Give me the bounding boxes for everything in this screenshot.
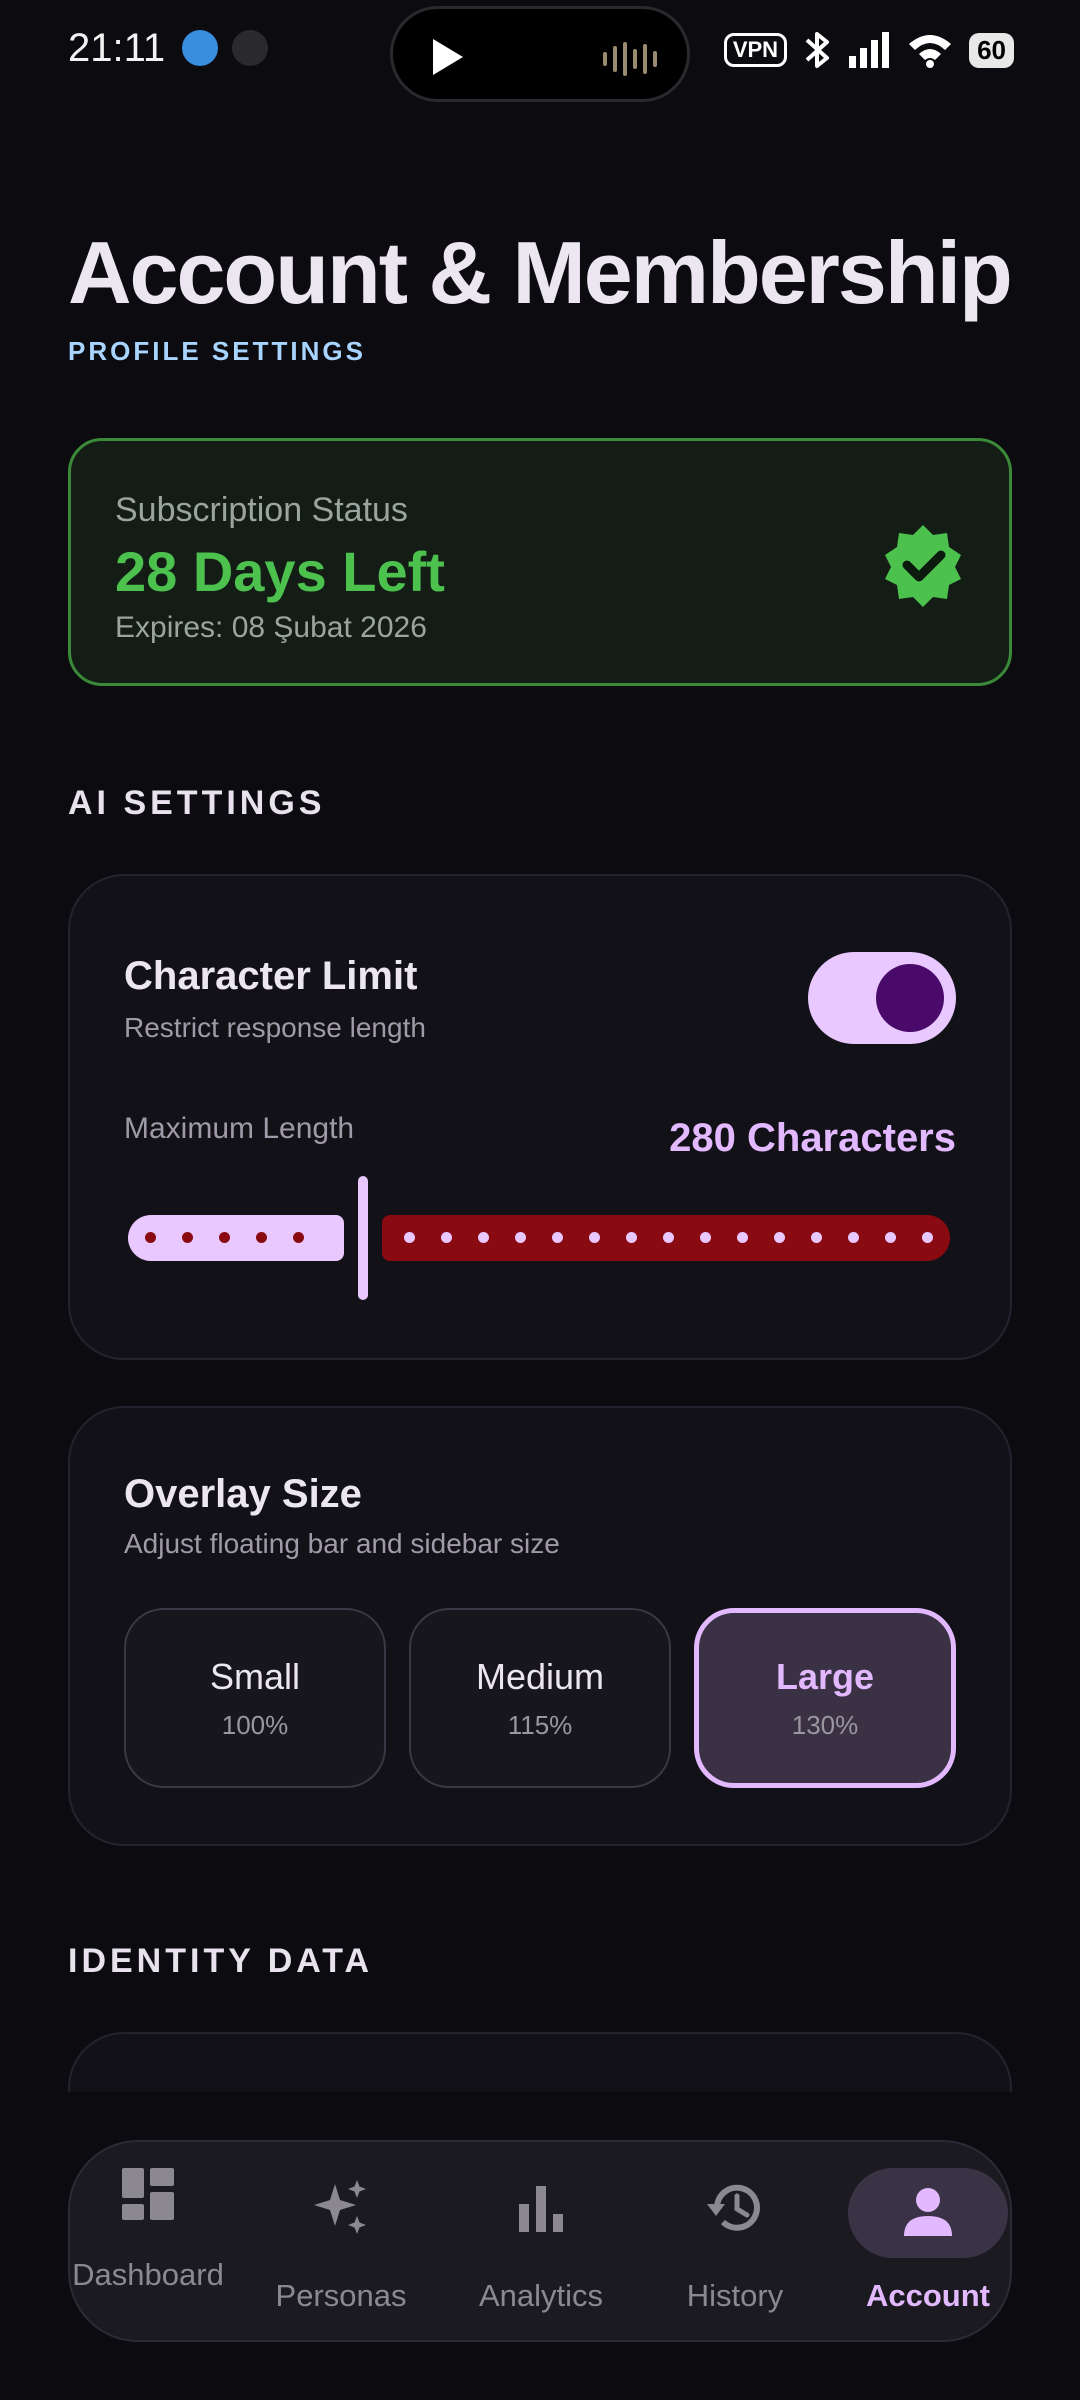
battery-indicator: 60	[969, 32, 1014, 68]
size-option-medium[interactable]: Medium 115%	[409, 1608, 671, 1788]
bottom-navigation: Dashboard Personas Analytics History Acc…	[68, 2140, 1012, 2342]
nav-item-account[interactable]: Account	[848, 2142, 1008, 2344]
overlay-size-description: Adjust floating bar and sidebar size	[124, 1528, 560, 1559]
slider-tick	[478, 1232, 489, 1243]
overlay-size-card: Overlay Size Adjust floating bar and sid…	[68, 1406, 1012, 1846]
slider-tick	[737, 1232, 748, 1243]
slider-tick	[700, 1232, 711, 1243]
screen-recorder-icon	[182, 30, 218, 66]
slider-tick	[145, 1232, 156, 1243]
character-limit-slider[interactable]	[128, 1176, 950, 1306]
character-limit-title: Character Limit	[124, 954, 418, 998]
identity-card	[68, 2032, 1012, 2092]
person-icon	[904, 2188, 952, 2236]
slider-tick	[663, 1232, 674, 1243]
section-identity-data: IDENTITY DATA	[68, 1942, 374, 1980]
page-title: Account & Membership	[68, 223, 1013, 322]
nav-item-dashboard[interactable]: Dashboard	[70, 2142, 226, 2344]
subscription-days-left: 28 Days Left	[115, 540, 445, 603]
slider-tick	[182, 1232, 193, 1243]
slider-tick	[885, 1232, 896, 1243]
overlay-size-title: Overlay Size	[124, 1472, 362, 1516]
character-limit-card: Character Limit Restrict response length…	[68, 874, 1012, 1360]
character-limit-toggle[interactable]	[808, 952, 956, 1044]
sparkle-icon	[314, 2180, 366, 2234]
verified-icon	[885, 525, 961, 607]
character-limit-description: Restrict response length	[124, 1012, 426, 1043]
history-icon	[707, 2184, 760, 2231]
character-limit-value: 280 Characters	[669, 1116, 956, 1160]
size-option-name: Small	[209, 1656, 301, 1697]
slider-handle[interactable]	[358, 1176, 368, 1300]
nav-label: History	[686, 2278, 784, 2313]
size-option-small[interactable]: Small 100%	[124, 1608, 386, 1788]
play-icon[interactable]	[433, 39, 463, 75]
slider-tick	[774, 1232, 785, 1243]
bluetooth-icon	[805, 32, 830, 68]
wifi-icon	[909, 35, 952, 68]
nav-item-personas[interactable]: Personas	[266, 2142, 416, 2344]
size-option-percent: 100%	[221, 1710, 289, 1740]
subscription-expiry: Expires: 08 Şubat 2026	[115, 611, 427, 644]
apps-grid-icon	[232, 30, 268, 66]
slider-tick	[626, 1232, 637, 1243]
size-option-name: Medium	[475, 1656, 605, 1697]
dynamic-island[interactable]	[390, 6, 690, 102]
status-bar: 21:11 VPN 60	[0, 0, 1080, 102]
nav-item-history[interactable]: History	[660, 2142, 810, 2344]
section-ai-settings: AI SETTINGS	[68, 784, 326, 822]
dashboard-icon	[122, 2168, 174, 2220]
slider-active-track[interactable]	[128, 1215, 344, 1261]
size-option-name: Large	[775, 1656, 875, 1697]
size-option-percent: 130%	[791, 1710, 859, 1740]
slider-tick	[404, 1232, 415, 1243]
slider-tick	[922, 1232, 933, 1243]
bar-chart-icon	[519, 2186, 563, 2232]
slider-tick	[293, 1232, 304, 1243]
max-length-label: Maximum Length	[124, 1112, 355, 1145]
nav-label: Account	[866, 2278, 990, 2313]
status-time: 21:11	[68, 26, 166, 70]
nav-label: Analytics	[478, 2278, 604, 2313]
slider-tick	[589, 1232, 600, 1243]
slider-tick	[256, 1232, 267, 1243]
subscription-label: Subscription Status	[115, 491, 408, 529]
nav-item-analytics[interactable]: Analytics	[466, 2142, 616, 2344]
page-subtitle: PROFILE SETTINGS	[68, 336, 366, 366]
slider-tick	[515, 1232, 526, 1243]
nav-label: Dashboard	[72, 2257, 224, 2292]
slider-tick	[811, 1232, 822, 1243]
vpn-badge: VPN	[723, 33, 788, 67]
size-option-large[interactable]: Large 130%	[694, 1608, 956, 1788]
toggle-knob[interactable]	[876, 964, 944, 1032]
slider-tick	[219, 1232, 230, 1243]
signal-icon	[849, 32, 890, 68]
audio-wave-icon	[603, 41, 657, 77]
size-option-percent: 115%	[507, 1710, 573, 1740]
slider-tick	[441, 1232, 452, 1243]
nav-label: Personas	[275, 2278, 407, 2313]
subscription-card: Subscription Status 28 Days Left Expires…	[68, 438, 1012, 686]
slider-tick	[552, 1232, 563, 1243]
slider-tick	[848, 1232, 859, 1243]
